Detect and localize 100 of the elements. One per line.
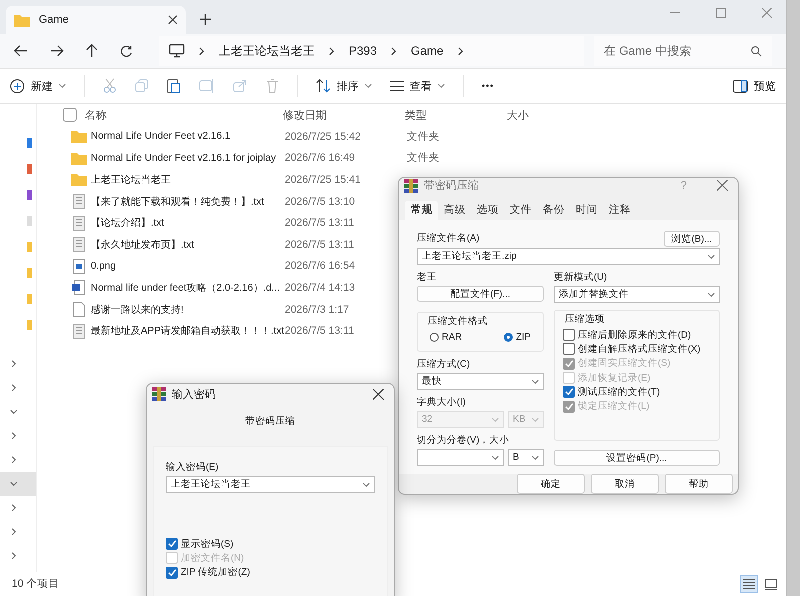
dialog-button[interactable]: 确定 [517,474,585,494]
nav-item-icon[interactable] [27,138,32,148]
dialog-tab[interactable]: 选项 [471,201,504,220]
dialog-button[interactable]: 帮助 [665,474,733,494]
preview-button[interactable]: 预览 [733,78,776,94]
option-checkbox[interactable]: 压缩后删除原来的文件(D) [563,328,715,342]
copy-icon[interactable] [135,79,149,93]
details-view-button[interactable] [740,575,758,593]
file-name[interactable]: Normal Life Under Feet v2.16.1 [91,131,285,142]
dialog-tab[interactable]: 注释 [603,201,636,220]
breadcrumb[interactable]: 上老王论坛当老王 [219,42,315,60]
text-file-icon [71,324,87,339]
cut-icon[interactable] [103,78,117,94]
new-button[interactable]: 新建 [10,78,66,94]
search-field[interactable]: 在 Game 中搜索 [594,36,772,66]
column-header[interactable]: 修改日期 [283,108,405,122]
more-button[interactable]: ••• [482,81,494,91]
nav-item-icon[interactable] [27,190,32,200]
new-tab-icon[interactable] [200,14,211,25]
paste-icon[interactable] [167,78,181,94]
nav-item-icon[interactable] [27,242,32,252]
dialog-tab[interactable]: 时间 [570,201,603,220]
format-radio[interactable]: ZIP [504,332,531,343]
field-label: 压缩方式(C) [417,358,472,371]
refresh-icon[interactable] [120,44,133,58]
update-mode-select[interactable]: 添加并替换文件 [554,286,720,303]
volume-size-field[interactable] [417,449,504,466]
dialog-tab[interactable]: 文件 [504,201,537,220]
archive-icon [152,387,166,401]
up-icon[interactable] [86,44,98,58]
sort-button[interactable]: 排序 [316,78,372,94]
close-icon[interactable] [168,15,178,25]
field-label: 切分为分卷(V)，大小 [417,434,511,447]
option-checkbox[interactable]: 显示密码(S) [166,537,375,552]
file-name[interactable]: 【永久地址发布页】.txt [91,238,285,252]
modified-date: 2026/7/25 15:42 [285,130,362,143]
nav-item[interactable] [0,472,36,496]
file-type: 文件夹 [407,130,441,144]
folder-tab[interactable]: Game [6,6,186,34]
option-checkbox[interactable]: 测试压缩的文件(T) [563,385,715,400]
close-icon[interactable] [373,388,384,400]
nav-item-icon[interactable] [27,164,32,174]
dialog-tab[interactable]: 高级 [438,201,471,220]
browse-button[interactable]: 浏览(B)... [664,231,720,247]
column-header[interactable]: 名称 [85,108,283,122]
set-password-button[interactable]: 设置密码(P)... [554,450,720,466]
view-button[interactable]: 查看 [390,78,445,94]
details-icon [743,578,755,590]
modified-date: 2026/7/6 16:49 [285,152,356,164]
forward-icon[interactable] [50,45,64,57]
delete-icon[interactable] [266,78,279,94]
close-icon[interactable] [717,180,728,191]
dropdown-icon [532,456,539,460]
volume-unit-select[interactable]: B [508,449,544,466]
back-icon[interactable] [14,45,28,57]
archive-icon [404,178,418,192]
sort-icon [316,79,331,93]
item-count: 10 个项目 [12,577,60,591]
nav-item-icon[interactable] [27,268,32,278]
option-checkbox[interactable]: 创建自解压格式压缩文件(X) [563,342,715,357]
address-bar[interactable]: 上老王论坛当老王 P393 Game [159,36,584,66]
file-name[interactable]: Normal Life Under Feet v2.16.1 for joiplay [91,152,285,164]
share-icon[interactable] [233,79,248,93]
file-name[interactable]: Normal life under feet攻略（2.0-2.16）.d... [91,280,285,295]
method-select[interactable]: 最快 [417,373,544,390]
dialog-button[interactable]: 取消 [591,474,659,494]
archive-name-field[interactable]: 上老王论坛当老王.zip [417,248,720,265]
modified-date: 2026/7/5 13:11 [285,325,356,338]
format-radio[interactable]: RAR [430,332,462,343]
file-name[interactable]: 【论坛介绍】.txt [91,216,285,230]
dialog-tab[interactable]: 常规 [405,201,438,220]
file-name[interactable]: 最新地址及APP请发邮箱自动获取！！！.txt [91,324,285,338]
maximize-icon[interactable] [716,8,726,18]
text-file-icon [71,237,87,252]
document-icon [71,280,87,296]
nav-item-icon[interactable] [27,294,32,304]
dialog-subtitle: 带密码压缩 [244,415,296,428]
chevron-icon [10,456,18,464]
chevron-icon [10,528,18,536]
breadcrumb[interactable]: Game [411,44,444,58]
nav-item-icon[interactable] [27,216,32,226]
file-name[interactable]: 【来了就能下载和观看！纯免费！】.txt [91,194,285,209]
group-title: 压缩选项 [565,313,606,326]
file-name[interactable]: 上老王论坛当老王 [91,172,285,187]
dialog-tab[interactable]: 备份 [537,201,570,220]
nav-item-icon[interactable] [27,320,32,330]
dropdown-icon [492,456,499,460]
column-header[interactable]: 类型 [405,108,507,122]
select-all-checkbox[interactable] [63,108,77,122]
profiles-button[interactable]: 配置文件(F)... [417,286,544,302]
file-name[interactable]: 感谢一路以来的支持! [91,302,285,317]
folder-icon [71,173,87,186]
password-field[interactable]: 上老王论坛当老王 [166,476,375,493]
option-checkbox[interactable]: ZIP 传统加密(Z) [166,566,375,580]
rename-icon[interactable] [199,79,215,93]
file-icon [71,302,87,318]
breadcrumb[interactable]: P393 [349,44,378,58]
modified-date: 2026/7/5 13:11 [285,217,356,230]
file-name[interactable]: 0.png [91,260,285,272]
column-header[interactable]: 大小 [507,108,529,122]
